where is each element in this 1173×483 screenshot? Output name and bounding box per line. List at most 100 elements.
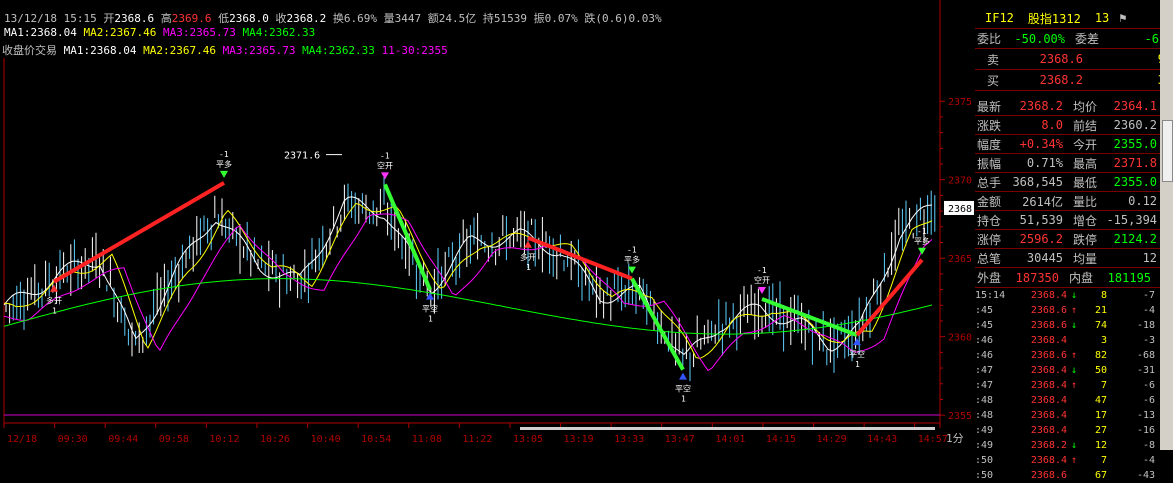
tick-dir: ↓ xyxy=(1070,320,1078,331)
tick-dir: ↑ xyxy=(1070,380,1078,391)
instrument-name: 股指1312 xyxy=(1027,11,1081,26)
y-tick-label: 2355 xyxy=(948,411,972,422)
stat-row: 涨停 2596.2 跌停 2124.2 xyxy=(975,230,1165,249)
outer-inner-row: 外盘 187350 内盘 181195 xyxy=(975,268,1165,288)
tick-time: :45 xyxy=(975,320,994,331)
diff-label: 委差 xyxy=(1075,32,1100,46)
stat-value: 2368.2 xyxy=(1019,99,1064,113)
scrollbar-thumb[interactable] xyxy=(1162,120,1173,182)
intraday-chart[interactable]: 2371.6 多开1平多-1空开-1平空1多开1平多-1平空1空开-1平空1平多… xyxy=(0,0,975,450)
tick-oi: -68 xyxy=(1136,350,1155,361)
bell-icon[interactable]: ⚑ xyxy=(1119,11,1126,25)
stat-label: 振幅 xyxy=(977,156,1002,171)
instrument-num: 13 xyxy=(1094,11,1110,25)
tick-dir: ↓ xyxy=(1070,440,1078,451)
stat-value: 368,545 xyxy=(1012,175,1064,189)
range-value: 11-30:2355 xyxy=(381,44,448,57)
header-amount: 24.5亿 xyxy=(438,12,477,25)
tick-time: :49 xyxy=(975,425,994,436)
stat-label: 涨跌 xyxy=(977,118,1002,133)
tick-qty: 74 xyxy=(1094,320,1107,331)
tick-price: 2368.6 xyxy=(1030,470,1067,481)
signal-sub: 1 xyxy=(681,395,686,404)
ma2-value: MA2:2367.46 xyxy=(83,26,157,39)
stat-value: 2371.8 xyxy=(1113,156,1158,170)
ma-legend-2: 收盘价交易 MA1:2368.04 MA2:2367.46 MA3:2365.7… xyxy=(2,42,448,58)
signal-sub: 1 xyxy=(526,263,531,272)
tick-list[interactable]: 15:14 2368.4 ↓ 8 -7:45 2368.6 ↑ 21 -4:45 2368.6 ↓ 7… xyxy=(975,288,1165,483)
signal-label: 平多 xyxy=(914,236,930,246)
outer-value: 187350 xyxy=(1015,270,1060,285)
header-change-label: 跌 xyxy=(584,12,596,25)
sell-price: 2368.6 xyxy=(1039,52,1083,66)
order-ratio-row: 委比 -50.00% 委差 -6 xyxy=(975,29,1165,49)
signal-sub: -1 xyxy=(219,150,229,159)
stat-label: 增仓 xyxy=(1073,213,1098,228)
tick-oi: -6 xyxy=(1142,395,1155,406)
tick-price: 2368.4 xyxy=(1030,290,1067,301)
tick-row: 15:14 2368.4 ↓ 8 -7 xyxy=(975,288,1165,303)
header-position-label: 持 xyxy=(482,12,494,25)
sell-qty: 9 xyxy=(1083,52,1165,66)
x-tick-label: 11:22 xyxy=(462,434,492,445)
stat-row: 金额 2614亿 量比 0.12 xyxy=(975,192,1165,211)
window-scrollbar[interactable] xyxy=(1160,0,1173,450)
tick-row: :47 2368.4 ↓ 50 -31 xyxy=(975,363,1165,378)
y-tick-label: 2370 xyxy=(948,176,972,187)
x-tick-label: 14:01 xyxy=(715,434,745,445)
tick-price: 2368.4 xyxy=(1030,380,1067,391)
signal-arrow-down xyxy=(381,172,389,180)
stat-value: 12 xyxy=(1142,251,1158,265)
tick-time: :48 xyxy=(975,410,994,421)
ma-line-ma4 xyxy=(3,278,933,335)
ma-legend-1: MA1:2368.04 MA2:2367.46 MA3:2365.73 MA4:… xyxy=(4,26,315,39)
x-tick-label: 13:05 xyxy=(513,434,543,445)
ma-line-ma2 xyxy=(3,202,933,359)
signal-sub: -1 xyxy=(917,227,927,236)
stat-label: 涨停 xyxy=(977,232,1002,247)
stat-row: 振幅 0.71% 最高 2371.8 xyxy=(975,154,1165,173)
tick-price: 2368.6 xyxy=(1030,320,1067,331)
tick-oi: -6 xyxy=(1142,380,1155,391)
tick-dir: ↓ xyxy=(1070,290,1078,301)
stat-label: 幅度 xyxy=(977,137,1002,152)
y-tick-label: 2365 xyxy=(948,254,972,265)
header-datetime: 13/12/18 15:15 xyxy=(4,12,97,25)
stat-row: 幅度 +0.34% 今开 2355.0 xyxy=(975,135,1165,154)
stat-value: 0.71% xyxy=(1026,156,1064,170)
x-tick-label: 09:44 xyxy=(108,434,138,445)
ma1-value-2: MA1:2368.04 xyxy=(63,44,137,57)
ma4-value: MA4:2362.33 xyxy=(242,26,316,39)
header-amplitude-label: 振 xyxy=(533,12,545,25)
header-low: 2368.0 xyxy=(229,12,269,25)
sell-row[interactable]: 卖 2368.6 9 xyxy=(975,49,1165,70)
instrument-code: IF12 xyxy=(985,11,1014,25)
x-tick-label: 11:08 xyxy=(412,434,442,445)
x-tick-label: 13:47 xyxy=(665,434,695,445)
x-tick-label: 14:29 xyxy=(817,434,847,445)
stat-label: 均量 xyxy=(1073,251,1098,266)
tick-row: :48 2368.4 17 -13 xyxy=(975,408,1165,423)
tick-oi: -8 xyxy=(1142,440,1155,451)
tick-oi: -16 xyxy=(1136,425,1155,436)
stat-row: 涨跌 8.0 前结 2360.2 xyxy=(975,116,1165,135)
header-open: 2368.6 xyxy=(114,12,155,25)
x-tick-label: 14:43 xyxy=(867,434,897,445)
header-turnover-label: 换 xyxy=(332,12,344,25)
inner-value: 181195 xyxy=(1107,270,1152,285)
y-tick-label: 2360 xyxy=(948,333,972,344)
tick-row: :50 2368.6 67 -43 xyxy=(975,468,1165,483)
tick-dir: ↑ xyxy=(1070,350,1078,361)
tick-price: 2368.4 xyxy=(1030,425,1067,436)
tick-oi: -31 xyxy=(1136,365,1155,376)
sell-label: 卖 xyxy=(987,52,1000,67)
x-tick-label: 12/18 xyxy=(7,434,37,445)
tick-row: :49 2368.2 ↓ 12 -8 xyxy=(975,438,1165,453)
stat-label: 跌停 xyxy=(1073,232,1098,247)
buy-row[interactable]: 买 2368.2 3 xyxy=(975,70,1165,91)
stat-label: 最高 xyxy=(1073,156,1098,171)
tick-dir: ↑ xyxy=(1070,305,1078,316)
stat-value: 2355.0 xyxy=(1113,137,1158,151)
current-price-tag: 2368 xyxy=(948,204,972,215)
header-high-label: 高 xyxy=(160,12,172,25)
